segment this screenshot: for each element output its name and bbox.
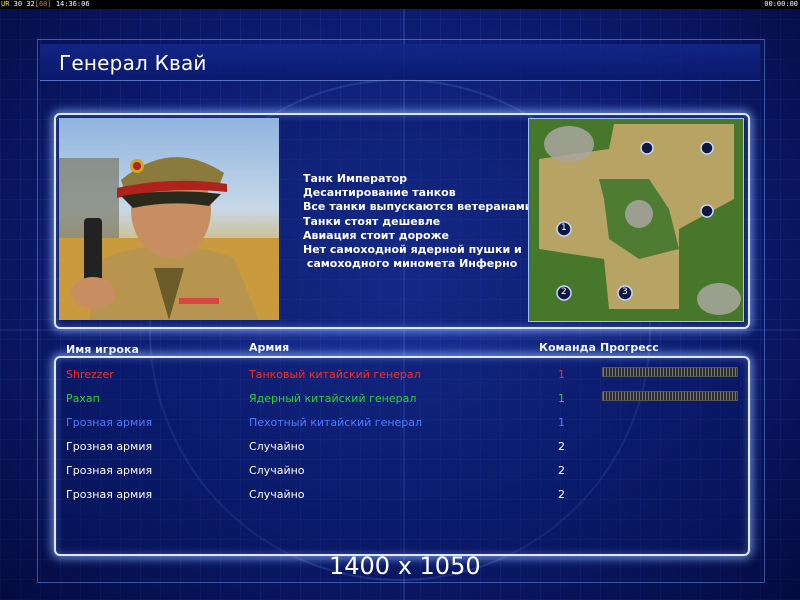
player-team: 1 — [558, 416, 565, 429]
player-army: Ядерный китайский генерал — [249, 392, 417, 405]
trait-line: Нет самоходной ядерной пушки и — [303, 243, 522, 257]
stat-bracket: [60] — [34, 0, 52, 8]
stat-b: 32 — [26, 0, 35, 8]
trait-line: Авиация стоит дороже — [303, 228, 450, 242]
player-team: 2 — [558, 464, 565, 477]
spawn-marker-3[interactable]: 3 — [622, 287, 628, 297]
load-progress-bar — [602, 367, 738, 377]
general-traits: Танк Император Десантирование танков Все… — [303, 172, 532, 271]
trait-line: Танки стоят дешевле — [303, 214, 441, 228]
map-preview[interactable]: 1 2 3 — [528, 118, 744, 322]
trait-line: Десантирование танков — [303, 186, 456, 200]
trait-line: самоходного миномета Инферно — [303, 257, 518, 271]
resolution-label: 1400 x 1050 — [329, 552, 481, 580]
player-team: 1 — [558, 368, 565, 381]
player-row: Грозная армия Случайно 2 — [0, 464, 800, 480]
ur-label: UR — [1, 0, 10, 8]
header-team: Команда — [539, 341, 596, 354]
players-panel — [54, 356, 750, 556]
player-row: Грозная армия Пехотный китайский генерал 1 — [0, 416, 800, 432]
player-army: Случайно — [249, 440, 305, 453]
player-name: Грозная армия — [66, 440, 153, 453]
player-row: Грозная армия Случайно 2 — [0, 488, 800, 504]
player-team: 2 — [558, 488, 565, 501]
player-name: Грозная армия — [66, 416, 153, 429]
general-portrait — [59, 118, 279, 320]
player-army: Случайно — [249, 464, 305, 477]
player-row: Рахап Ядерный китайский генерал 1 — [0, 391, 800, 408]
player-team: 1 — [558, 392, 565, 405]
clock: 14:36:06 — [55, 0, 90, 8]
page-title: Генерал Квай — [59, 51, 207, 75]
load-progress-bar — [602, 391, 738, 401]
player-name: Грозная армия — [66, 488, 153, 501]
timer: 00:00:00 — [764, 0, 798, 8]
player-army: Пехотный китайский генерал — [249, 416, 423, 429]
player-name: Грозная армия — [66, 464, 153, 477]
trait-line: Танк Император — [303, 172, 408, 185]
trait-line: Все танки выпускаются ветеранами — [303, 200, 533, 214]
player-team: 2 — [558, 440, 565, 453]
player-name: Рахап — [66, 392, 100, 405]
player-row: Грозная армия Случайно 2 — [0, 440, 800, 456]
spawn-marker-1[interactable]: 1 — [561, 223, 567, 233]
stat-a: 30 — [13, 0, 23, 8]
player-row: Shrezzer Танковый китайский генерал 1 — [0, 367, 800, 384]
status-bar: UR 30 32[60] 14:36:06 00:00:00 — [0, 0, 800, 9]
player-name: Shrezzer — [66, 368, 114, 381]
spawn-marker-2[interactable]: 2 — [561, 287, 567, 297]
header-player-name: Имя игрока — [66, 343, 139, 356]
player-army: Танковый китайский генерал — [249, 368, 421, 381]
player-army: Случайно — [249, 488, 305, 501]
header-progress: Прогресс — [600, 341, 659, 354]
header-army: Армия — [249, 341, 290, 354]
